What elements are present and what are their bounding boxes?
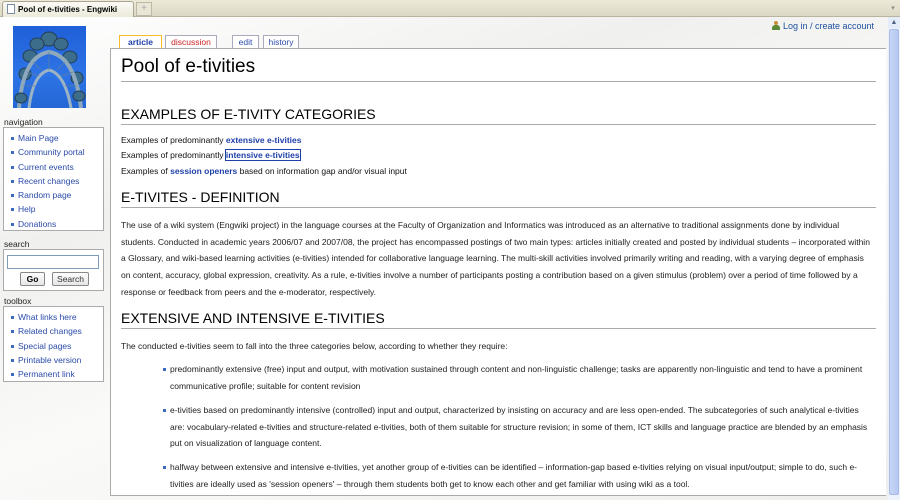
example-line-suffix: based on information gap and/or visual i…	[237, 165, 407, 176]
browser-tab-title: Pool of e-tivities - Engwiki	[18, 5, 118, 14]
search-button[interactable]: Search	[52, 272, 89, 286]
list-item: e-tivities based on predominantly intens…	[163, 402, 873, 452]
toolbox-portlet: What links here Related changes Special …	[3, 306, 104, 382]
search-input[interactable]	[7, 255, 99, 269]
example-line: Examples of predominantly intensive e-ti…	[121, 148, 876, 163]
personal-tools: Log in / create account	[771, 21, 874, 31]
categories-list: predominantly extensive (free) input and…	[121, 361, 873, 493]
example-line: Examples of predominantly extensive e-ti…	[121, 133, 876, 148]
session-openers-link[interactable]: session openers	[170, 166, 237, 176]
examples-list: Examples of predominantly extensive e-ti…	[121, 133, 876, 179]
example-line-text: Examples of	[121, 165, 171, 176]
extensive-e-tivities-link[interactable]: extensive e-tivities	[226, 135, 302, 145]
intensive-e-tivities-link[interactable]: intensive e-tivities	[224, 149, 301, 162]
list-item: predominantly extensive (free) input and…	[163, 361, 873, 395]
sidebar-item-community-portal[interactable]: Community portal	[10, 145, 103, 159]
london-eye-logo[interactable]	[13, 26, 86, 108]
tab-edit[interactable]: edit	[232, 35, 259, 48]
browser-tab-strip: Pool of e-tivities - Engwiki + ▾	[0, 0, 900, 17]
toolbox-item-permanent-link[interactable]: Permanent link	[10, 367, 103, 381]
toolbox-item-printable-version[interactable]: Printable version	[10, 353, 103, 367]
toolbox-item-related-changes[interactable]: Related changes	[10, 324, 103, 338]
tab-article[interactable]: article	[119, 35, 162, 49]
example-line-text: Examples of predominantly	[121, 135, 226, 145]
sidebar-item-current-events[interactable]: Current events	[10, 160, 103, 174]
navigation-portlet: Main Page Community portal Current event…	[3, 127, 104, 231]
page-icon	[7, 4, 15, 14]
search-heading: search	[4, 239, 30, 249]
section-heading-examples: EXAMPLES OF E-TIVITY CATEGORIES	[121, 105, 876, 125]
list-item: halfway between extensive and intensive …	[163, 459, 873, 493]
toolbox-item-special-pages[interactable]: Special pages	[10, 339, 103, 353]
sidebar-item-recent-changes[interactable]: Recent changes	[10, 174, 103, 188]
login-link[interactable]: Log in / create account	[783, 21, 874, 31]
section-heading-extensive-intensive: EXTENSIVE AND INTENSIVE E-TIVITIES	[121, 309, 876, 330]
page: Log in / create account article discussi…	[0, 17, 888, 500]
tab-history[interactable]: history	[263, 35, 299, 48]
tab-discussion[interactable]: discussion	[165, 35, 217, 48]
new-tab-button[interactable]: +	[136, 2, 152, 16]
scrollbar-thumb[interactable]	[889, 29, 899, 495]
sidebar-item-help[interactable]: Help	[10, 202, 103, 216]
user-icon	[771, 21, 780, 30]
search-portlet: Go Search	[3, 249, 104, 291]
section-heading-definition: E-TIVITES - DEFINITION	[121, 188, 876, 208]
example-line-text: Examples of predominantly	[121, 150, 226, 161]
vertical-scrollbar[interactable]: ▲	[888, 17, 900, 500]
definition-paragraph: The use of a wiki system (Engwiki projec…	[121, 219, 870, 297]
sidebar-item-random-page[interactable]: Random page	[10, 188, 103, 202]
tab-list-dropdown-icon[interactable]: ▾	[888, 2, 898, 15]
example-line: Examples of session openers based on inf…	[121, 164, 876, 179]
toolbox-heading: toolbox	[4, 296, 32, 306]
scroll-up-arrow-icon[interactable]: ▲	[888, 17, 900, 28]
sidebar-item-donations[interactable]: Donations	[10, 217, 103, 231]
logo-image	[14, 31, 86, 108]
sidebar-item-main-page[interactable]: Main Page	[10, 131, 103, 145]
browser-tab[interactable]: Pool of e-tivities - Engwiki	[2, 1, 134, 17]
toolbox-item-what-links-here[interactable]: What links here	[10, 310, 103, 324]
navigation-heading: navigation	[4, 117, 43, 127]
go-button[interactable]: Go	[20, 272, 45, 286]
page-title: Pool of e-tivities	[121, 55, 876, 82]
article-content: Pool of e-tivities EXAMPLES OF E-TIVITY …	[110, 48, 886, 496]
categories-intro: The conducted e-tivities seem to fall in…	[121, 341, 508, 352]
